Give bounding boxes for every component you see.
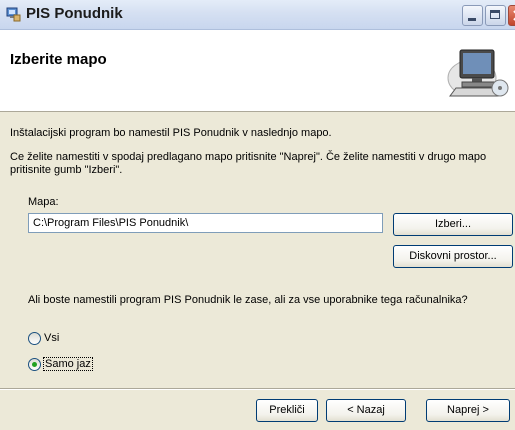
computer-disk-icon bbox=[447, 49, 509, 97]
back-button[interactable]: < Nazaj bbox=[326, 399, 406, 422]
instruction-detail-text: Ce želite namestiti v spodaj predlagano … bbox=[10, 151, 487, 176]
folder-label: Mapa: bbox=[28, 196, 59, 208]
installer-icon bbox=[6, 7, 21, 22]
maximize-button[interactable] bbox=[485, 5, 506, 26]
window-title: PIS Ponudnik bbox=[26, 5, 123, 22]
radio-unselected-icon[interactable] bbox=[28, 332, 41, 345]
footer-divider bbox=[0, 388, 515, 390]
instruction-text: Inštalacijski program bo namestil PIS Po… bbox=[10, 127, 332, 139]
folder-path-input[interactable]: C:\Program Files\PIS Ponudnik\ bbox=[28, 213, 383, 233]
close-icon bbox=[513, 10, 515, 21]
page-title: Izberite mapo bbox=[10, 51, 107, 68]
next-button[interactable]: Naprej > bbox=[426, 399, 510, 422]
install-scope-question: Ali boste namestili program PIS Ponudnik… bbox=[28, 294, 468, 306]
disk-space-button[interactable]: Diskovni prostor... bbox=[393, 245, 513, 268]
cancel-button[interactable]: Prekliči bbox=[256, 399, 318, 422]
maximize-icon bbox=[490, 10, 500, 19]
close-button[interactable] bbox=[508, 5, 515, 26]
radio-selected-icon[interactable] bbox=[28, 358, 41, 371]
installer-window: PIS Ponudnik Izberite mapo Inštalacijski… bbox=[0, 0, 515, 430]
browse-button[interactable]: Izberi... bbox=[393, 213, 513, 236]
title-bar[interactable]: PIS Ponudnik bbox=[0, 0, 515, 30]
minimize-button[interactable] bbox=[462, 5, 483, 26]
radio-all-label[interactable]: Vsi bbox=[44, 332, 59, 344]
radio-me-label[interactable]: Samo jaz bbox=[43, 357, 93, 371]
minimize-icon bbox=[468, 18, 476, 21]
wizard-header: Izberite mapo bbox=[0, 30, 515, 112]
